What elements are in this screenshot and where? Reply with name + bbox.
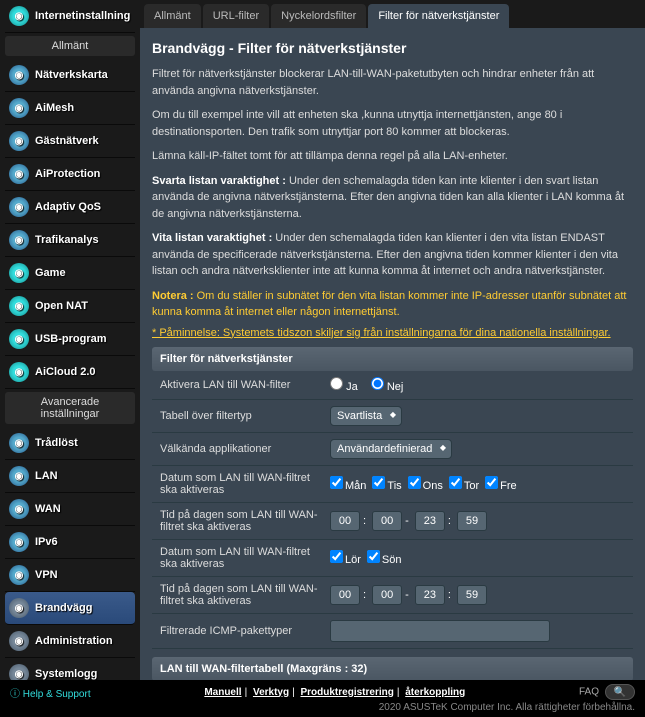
day-checkbox[interactable]: Mån: [330, 480, 366, 492]
radio-no[interactable]: Nej: [371, 381, 404, 393]
menu-icon: ◉: [9, 131, 29, 151]
sidebar-item-nätverkskarta[interactable]: ◉Nätverkskarta: [5, 59, 135, 92]
tab-2[interactable]: Nyckelordsfilter: [271, 4, 366, 28]
menu-icon: ◉: [9, 433, 29, 453]
menu-icon: ◉: [9, 164, 29, 184]
radio-yes[interactable]: Ja: [330, 381, 358, 393]
copyright: 2020 ASUSTeK Computer Inc. Alla rättighe…: [10, 700, 635, 713]
menu-icon: ◉: [9, 466, 29, 486]
menu-icon: ◉: [9, 664, 29, 680]
intro-text: Lämna käll-IP-fältet tomt för att tilläm…: [152, 148, 633, 165]
sidebar-item-partial[interactable]: ◉Internetinstallning: [5, 0, 135, 33]
day-checkbox[interactable]: Tor: [449, 480, 479, 492]
search-button[interactable]: 🔍: [605, 684, 635, 700]
menu-icon: ◉: [9, 598, 29, 618]
sidebar-group-general: Allmänt: [5, 36, 135, 56]
sidebar-item-systemlogg[interactable]: ◉Systemlogg: [5, 658, 135, 680]
blacklist-info: Svarta listan varaktighet : Under den sc…: [152, 173, 633, 223]
menu-icon: ◉: [9, 98, 29, 118]
sidebar-item-administration[interactable]: ◉Administration: [5, 625, 135, 658]
sidebar-group-advanced: Avancerade inställningar: [5, 392, 135, 424]
menu-icon: ◉: [9, 329, 29, 349]
day-checkbox[interactable]: Lör: [330, 554, 361, 566]
time-mm[interactable]: [372, 511, 402, 531]
time-hh[interactable]: [330, 511, 360, 531]
tab-0[interactable]: Allmänt: [144, 4, 201, 28]
time-hh2[interactable]: [415, 511, 445, 531]
sidebar-item-aimesh[interactable]: ◉AiMesh: [5, 92, 135, 125]
sidebar-item-wan[interactable]: ◉WAN: [5, 493, 135, 526]
menu-icon: ◉: [9, 362, 29, 382]
sidebar-item-aicloud 2.0[interactable]: ◉AiCloud 2.0: [5, 356, 135, 389]
filtertype-label: Tabell över filtertyp: [160, 410, 330, 422]
time-hh[interactable]: [330, 585, 360, 605]
sidebar-item-game[interactable]: ◉Game: [5, 257, 135, 290]
time-hh2[interactable]: [415, 585, 445, 605]
sidebar-item-lan[interactable]: ◉LAN: [5, 460, 135, 493]
main-content: AllmäntURL-filterNyckelordsfilterFilter …: [140, 0, 645, 680]
menu-icon: ◉: [9, 230, 29, 250]
day-checkbox[interactable]: Fre: [485, 480, 517, 492]
tab-bar: AllmäntURL-filterNyckelordsfilterFilter …: [140, 0, 645, 28]
sidebar: ◉Internetinstallning Allmänt ◉Nätverkska…: [0, 0, 140, 680]
day-checkbox[interactable]: Tis: [372, 480, 401, 492]
tab-3[interactable]: Filter för nätverkstjänster: [368, 4, 509, 28]
link-manual[interactable]: Manuell: [204, 687, 241, 698]
sidebar-item-ipv6[interactable]: ◉IPv6: [5, 526, 135, 559]
section-table: LAN till WAN-filtertabell (Maxgräns : 32…: [152, 657, 633, 681]
days1-label: Datum som LAN till WAN-filtret ska aktiv…: [160, 472, 330, 496]
faq-link[interactable]: FAQ: [579, 687, 599, 698]
menu-icon: ◉: [9, 631, 29, 651]
menu-icon: ◉: [9, 263, 29, 283]
footer-links: Manuell| Verktyg| Produktregistrering| å…: [204, 687, 465, 698]
sidebar-item-open nat[interactable]: ◉Open NAT: [5, 290, 135, 323]
reminder-link[interactable]: * Påminnelse: Systemets tidszon skiljer …: [152, 327, 633, 339]
intro-text: Om du till exempel inte vill att enheten…: [152, 107, 633, 140]
apps-label: Välkända applikationer: [160, 443, 330, 455]
menu-icon: ◉: [9, 499, 29, 519]
time-mm2[interactable]: [457, 585, 487, 605]
link-register[interactable]: Produktregistrering: [300, 687, 393, 698]
day-checkbox[interactable]: Sön: [367, 554, 402, 566]
page-title: Brandvägg - Filter för nätverkstjänster: [152, 40, 633, 56]
whitelist-info: Vita listan varaktighet : Under den sche…: [152, 230, 633, 280]
menu-icon: ◉: [9, 296, 29, 316]
tab-1[interactable]: URL-filter: [203, 4, 269, 28]
section-filter: Filter för nätverkstjänster: [152, 347, 633, 371]
enable-label: Aktivera LAN till WAN-filter: [160, 379, 330, 391]
day-checkbox[interactable]: Ons: [408, 480, 443, 492]
link-tools[interactable]: Verktyg: [253, 687, 289, 698]
menu-icon: ◉: [9, 565, 29, 585]
sidebar-item-adaptiv qos[interactable]: ◉Adaptiv QoS: [5, 191, 135, 224]
menu-icon: ◉: [9, 197, 29, 217]
sidebar-item-trafikanalys[interactable]: ◉Trafikanalys: [5, 224, 135, 257]
sidebar-item-usb-program[interactable]: ◉USB-program: [5, 323, 135, 356]
days2-label: Datum som LAN till WAN-filtret ska aktiv…: [160, 546, 330, 570]
help-link[interactable]: ⓘ Help & Support: [10, 685, 91, 700]
sidebar-item-gästnätverk[interactable]: ◉Gästnätverk: [5, 125, 135, 158]
note-text: Notera : Om du ställer in subnätet för d…: [152, 288, 633, 321]
sidebar-item-trådlöst[interactable]: ◉Trådlöst: [5, 427, 135, 460]
time-mm[interactable]: [372, 585, 402, 605]
sidebar-item-aiprotection[interactable]: ◉AiProtection: [5, 158, 135, 191]
time-mm2[interactable]: [457, 511, 487, 531]
sidebar-item-vpn[interactable]: ◉VPN: [5, 559, 135, 592]
menu-icon: ◉: [9, 65, 29, 85]
apps-select[interactable]: Användardefinierad: [330, 439, 452, 459]
globe-icon: ◉: [9, 6, 29, 26]
icmp-input[interactable]: [330, 620, 550, 642]
time2-label: Tid på dagen som LAN till WAN-filtret sk…: [160, 583, 330, 607]
filtertype-select[interactable]: Svartlista: [330, 406, 402, 426]
link-feedback[interactable]: återkoppling: [405, 687, 465, 698]
footer: ⓘ Help & Support Manuell| Verktyg| Produ…: [0, 680, 645, 717]
time1-label: Tid på dagen som LAN till WAN-filtret sk…: [160, 509, 330, 533]
intro-text: Filtret för nätverkstjänster blockerar L…: [152, 66, 633, 99]
icmp-label: Filtrerade ICMP-pakettyper: [160, 625, 330, 637]
sidebar-item-brandvägg[interactable]: ◉Brandvägg: [5, 592, 135, 625]
menu-icon: ◉: [9, 532, 29, 552]
